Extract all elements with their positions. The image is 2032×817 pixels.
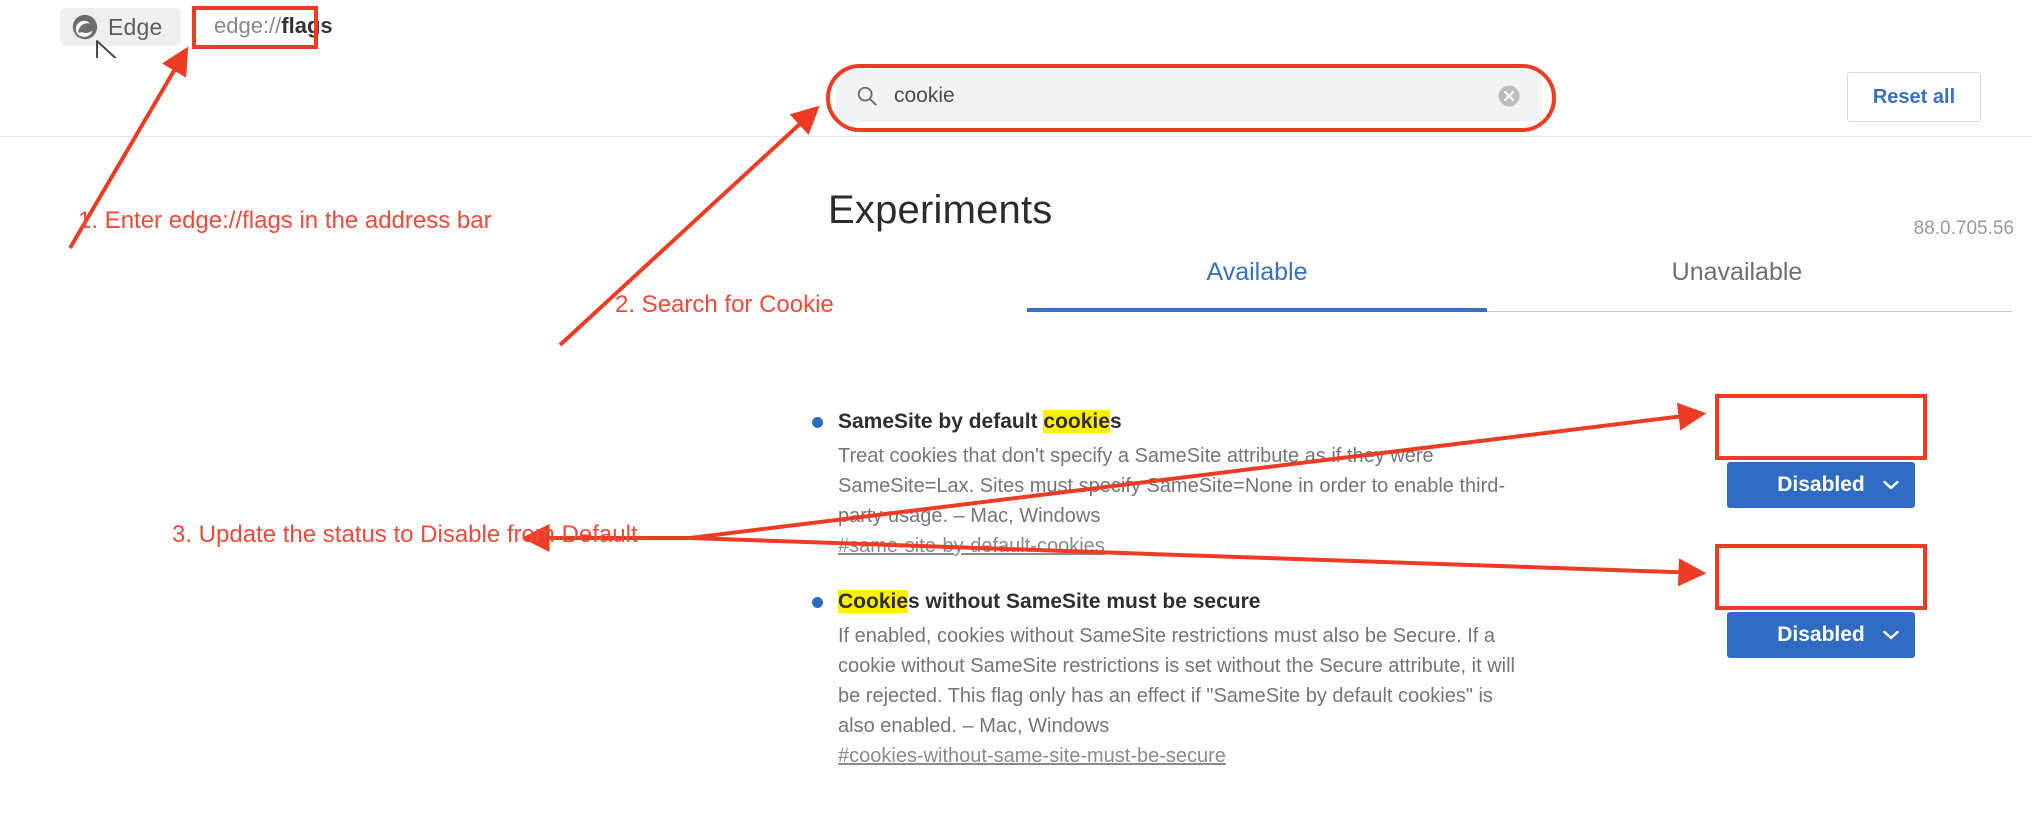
clear-circle-icon[interactable] bbox=[1496, 83, 1522, 109]
address-bar[interactable]: edge://flags bbox=[196, 6, 351, 46]
flag-title-highlight: Cookie bbox=[838, 590, 909, 613]
search-input[interactable]: cookie bbox=[836, 70, 1542, 122]
flag-permalink[interactable]: #cookies-without-same-site-must-be-secur… bbox=[838, 745, 1226, 768]
flag-entry: SameSite by default cookies Treat cookie… bbox=[812, 408, 1532, 558]
reset-all-button[interactable]: Reset all bbox=[1847, 72, 1981, 122]
flag-bullet-icon bbox=[812, 597, 823, 608]
flag-bullet-icon bbox=[812, 417, 823, 428]
tab-active-indicator bbox=[1027, 308, 1487, 312]
chevron-down-icon bbox=[1883, 480, 1899, 490]
flag-title: SameSite by default cookies bbox=[838, 408, 1532, 436]
chevron-down-icon bbox=[1883, 630, 1899, 640]
flag-entry: Cookies without SameSite must be secure … bbox=[812, 588, 1532, 768]
flag-status-dropdown[interactable]: Disabled bbox=[1727, 462, 1915, 508]
flag-status-value: Disabled bbox=[1777, 473, 1865, 496]
tab-available[interactable]: Available bbox=[1027, 258, 1487, 308]
edge-brand-label: Edge bbox=[108, 13, 163, 40]
edge-flags-page: cookie Reset all Experiments 88.0.705.56… bbox=[0, 58, 2032, 817]
page-title: Experiments bbox=[828, 188, 1053, 232]
flag-description: Treat cookies that don't specify a SameS… bbox=[838, 445, 1506, 527]
tabs-row: Available Unavailable bbox=[1027, 258, 2012, 316]
search-input-value: cookie bbox=[894, 84, 955, 107]
flag-status-dropdown[interactable]: Disabled bbox=[1727, 612, 1915, 658]
edge-logo-icon bbox=[72, 14, 98, 40]
flag-title-text-after: s without SameSite must be secure bbox=[908, 590, 1261, 613]
browser-chrome: Edge edge://flags bbox=[0, 0, 2032, 59]
flag-title: Cookies without SameSite must be secure bbox=[838, 588, 1532, 616]
search-row: cookie Reset all bbox=[0, 58, 2032, 137]
flag-status-value: Disabled bbox=[1777, 623, 1865, 646]
version-label: 88.0.705.56 bbox=[1913, 218, 2014, 239]
flag-title-text-after: s bbox=[1109, 410, 1122, 433]
flag-title-text-before: SameSite by default bbox=[838, 410, 1044, 433]
flag-title-highlight: cookie bbox=[1043, 410, 1110, 433]
search-icon bbox=[857, 86, 877, 106]
flag-description: If enabled, cookies without SameSite res… bbox=[838, 625, 1515, 737]
tab-unavailable[interactable]: Unavailable bbox=[1487, 258, 1987, 308]
address-bar-text: edge://flags bbox=[214, 13, 333, 38]
flag-permalink[interactable]: #same-site-by-default-cookies bbox=[838, 535, 1105, 558]
